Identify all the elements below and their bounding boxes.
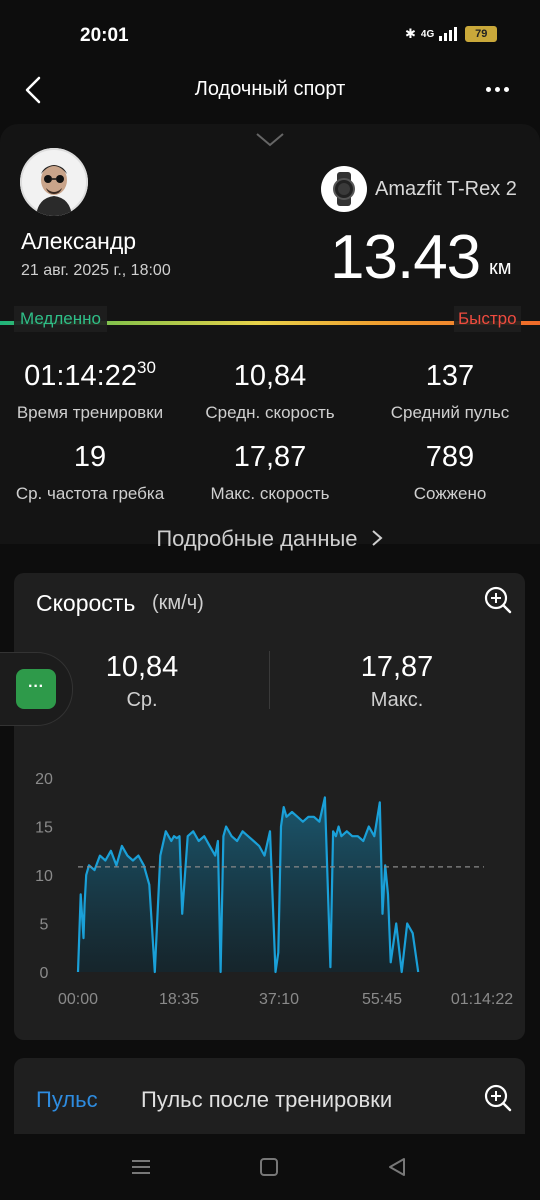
network-type: 4G [420,28,435,40]
x-tick-label: 00:00 [58,991,98,1008]
status-icons: ✱ 4G 79 [405,26,498,42]
speed-chart: 0 5 10 15 20 00:00 18:35 37:10 55:45 01:14:22 [35,771,513,1008]
user-name: Александр [21,228,137,254]
fast-label: Быстро [454,306,521,332]
tab-post-workout-pulse[interactable]: Пульс после тренировки [141,1087,392,1113]
stat-avg-heart-rate: 137 Средний пульс [360,360,540,423]
chat-dots-icon: ··· [16,669,56,709]
speed-area [78,797,419,972]
x-tick-label: 18:35 [159,991,199,1008]
stat-avg-speed: 10,84 Средн. скорость [180,360,360,423]
bluetooth-icon: ✱ [405,26,416,41]
battery-level: 79 [475,28,488,40]
y-tick-label: 0 [40,965,49,982]
stat-label: Сожжено [413,484,487,503]
stat-label: Ср. частота гребка [15,484,165,503]
workout-date: 21 авг. 2025 г., 18:00 [21,262,171,279]
zoom-in-icon [484,586,512,614]
stat-value: 10,84 [233,360,307,392]
collapse-button[interactable] [254,130,286,155]
details-link-label: Подробные данные [156,526,358,551]
stat-label: Средний пульс [390,403,510,422]
stat-value: 137 [425,360,475,392]
stat-value: 19 [73,441,107,473]
zoom-speed-button[interactable] [483,585,513,615]
more-dots-icon [484,84,511,101]
tab-pulse[interactable]: Пульс [36,1087,98,1113]
back-nav-button[interactable] [386,1156,408,1178]
avatar[interactable] [20,148,88,216]
speed-card-unit: (км/ч) [152,592,204,614]
system-nav-bar [0,1134,540,1200]
details-link[interactable]: Подробные данные [0,526,540,552]
stat-duration: 01:14:2230 Время тренировки [0,358,180,423]
distance-unit: км [489,257,512,279]
stat-label: Средн. скорость [205,403,335,422]
x-tick-label: 55:45 [362,991,402,1008]
stat-value: 01:14:2230 [24,358,156,392]
stat-calories: 789 Сожжено [360,441,540,504]
home-button[interactable] [258,1156,280,1178]
recent-apps-button[interactable] [130,1156,152,1178]
y-tick-label: 10 [35,868,53,885]
stat-value: 789 [425,441,475,473]
x-tick-label: 37:10 [259,991,299,1008]
y-tick-label: 5 [40,917,49,934]
signal-icon [439,27,458,41]
stat-label: Макс. скорость [210,484,330,503]
avatar-photo [20,148,88,216]
y-tick-label: 15 [35,820,53,837]
chevron-down-icon [256,133,284,147]
battery-icon: 79 [465,26,498,42]
page-title: Лодочный спорт [194,78,346,100]
stat-label: Время тренировки [16,403,164,422]
more-options-button[interactable] [484,82,520,98]
status-time: 20:01 [80,25,129,46]
chevron-right-icon [371,530,383,546]
distance-value: 13.43 [330,223,481,292]
floating-assistant-button[interactable]: ··· [0,652,73,726]
stat-max-speed: 17,87 Макс. скорость [180,441,360,504]
speed-card-title: Скорость [36,590,136,616]
x-tick-label: 01:14:22 [451,991,513,1008]
speed-max-value: 17,87 [360,651,434,683]
summary-divider [269,651,270,709]
y-tick-label: 20 [35,771,53,788]
watch-icon [321,166,367,212]
zoom-pulse-button[interactable] [483,1083,513,1113]
stat-value: 17,87 [233,441,307,473]
slow-label: Медленно [14,306,107,332]
zoom-in-icon [484,1084,512,1112]
device-name: Amazfit T-Rex 2 [375,178,517,200]
speed-max-label: Макс. [370,689,424,711]
stat-stroke-rate: 19 Ср. частота гребка [0,441,180,504]
